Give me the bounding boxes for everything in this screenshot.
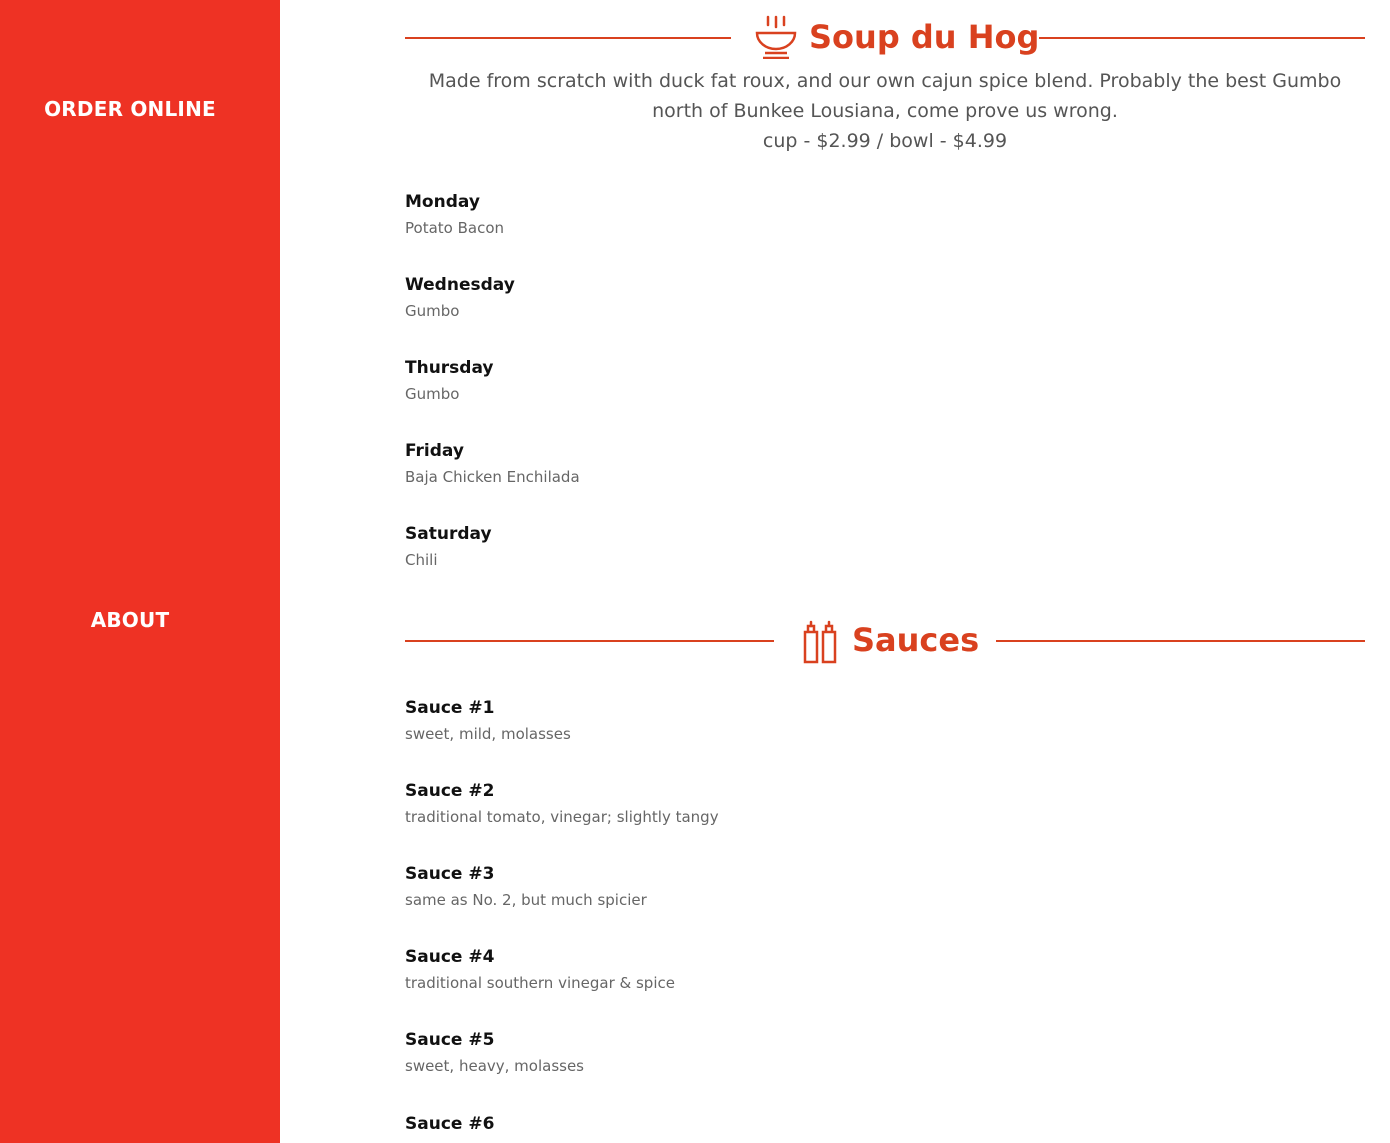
order-online-link[interactable]: ORDER ONLINE — [0, 97, 260, 121]
item-description: traditional tomato, vinegar; slightly ta… — [405, 808, 719, 826]
item-description: sweet, heavy, molasses — [405, 1057, 584, 1075]
item-description: same as No. 2, but much spicier — [405, 891, 647, 909]
divider-right — [1039, 37, 1365, 39]
item-name: Sauce #4 — [405, 947, 495, 967]
item-description: Potato Bacon — [405, 219, 505, 237]
list-item: Sauce #3 same as No. 2, but much spicier — [405, 862, 1305, 912]
divider-left — [405, 640, 774, 642]
sauces-section-header: Sauces — [405, 617, 1365, 667]
item-name: Saturday — [405, 524, 492, 544]
list-item: Sauce #1 sweet, mild, molasses — [405, 696, 1305, 746]
item-description: traditional southern vinegar & spice — [405, 974, 675, 992]
list-item: Sauce #4 traditional southern vinegar & … — [405, 945, 1305, 995]
menu-content: Soup du Hog Made from scratch with duck … — [405, 0, 1365, 1143]
item-name: Monday — [405, 192, 480, 212]
item-description: Gumbo — [405, 385, 460, 403]
item-name: Friday — [405, 441, 464, 461]
divider-left — [405, 37, 731, 39]
sidebar: ORDER ONLINE ABOUT — [0, 0, 280, 1143]
about-link[interactable]: ABOUT — [0, 608, 260, 632]
item-description: Gumbo — [405, 302, 460, 320]
divider-right — [996, 640, 1365, 642]
item-name: Sauce #5 — [405, 1030, 495, 1050]
sauce-bottles-icon — [801, 620, 839, 668]
item-name: Sauce #2 — [405, 781, 495, 801]
list-item: Saturday Chili — [405, 522, 1305, 572]
list-item: Sauce #6 — [405, 1112, 1305, 1138]
soup-bowl-icon — [755, 15, 797, 63]
sauces-section-title: Sauces — [852, 621, 980, 659]
item-description: Chili — [405, 551, 438, 569]
soup-description: Made from scratch with duck fat roux, an… — [428, 70, 1342, 122]
list-item: Thursday Gumbo — [405, 356, 1305, 406]
list-item: Sauce #2 traditional tomato, vinegar; sl… — [405, 779, 1305, 829]
list-item: Wednesday Gumbo — [405, 273, 1305, 323]
list-item: Friday Baja Chicken Enchilada — [405, 439, 1305, 489]
soup-price: cup - $2.99 / bowl - $4.99 — [762, 130, 1008, 152]
item-name: Sauce #3 — [405, 864, 495, 884]
soup-section-title: Soup du Hog — [809, 18, 1040, 56]
item-name: Thursday — [405, 358, 494, 378]
list-item: Sauce #5 sweet, heavy, molasses — [405, 1028, 1305, 1078]
soup-section-header: Soup du Hog — [405, 13, 1365, 63]
list-item: Monday Potato Bacon — [405, 190, 1305, 240]
item-description: sweet, mild, molasses — [405, 725, 571, 743]
item-description: Baja Chicken Enchilada — [405, 468, 580, 486]
item-name: Sauce #1 — [405, 698, 495, 718]
item-name: Wednesday — [405, 275, 515, 295]
item-name: Sauce #6 — [405, 1114, 495, 1134]
